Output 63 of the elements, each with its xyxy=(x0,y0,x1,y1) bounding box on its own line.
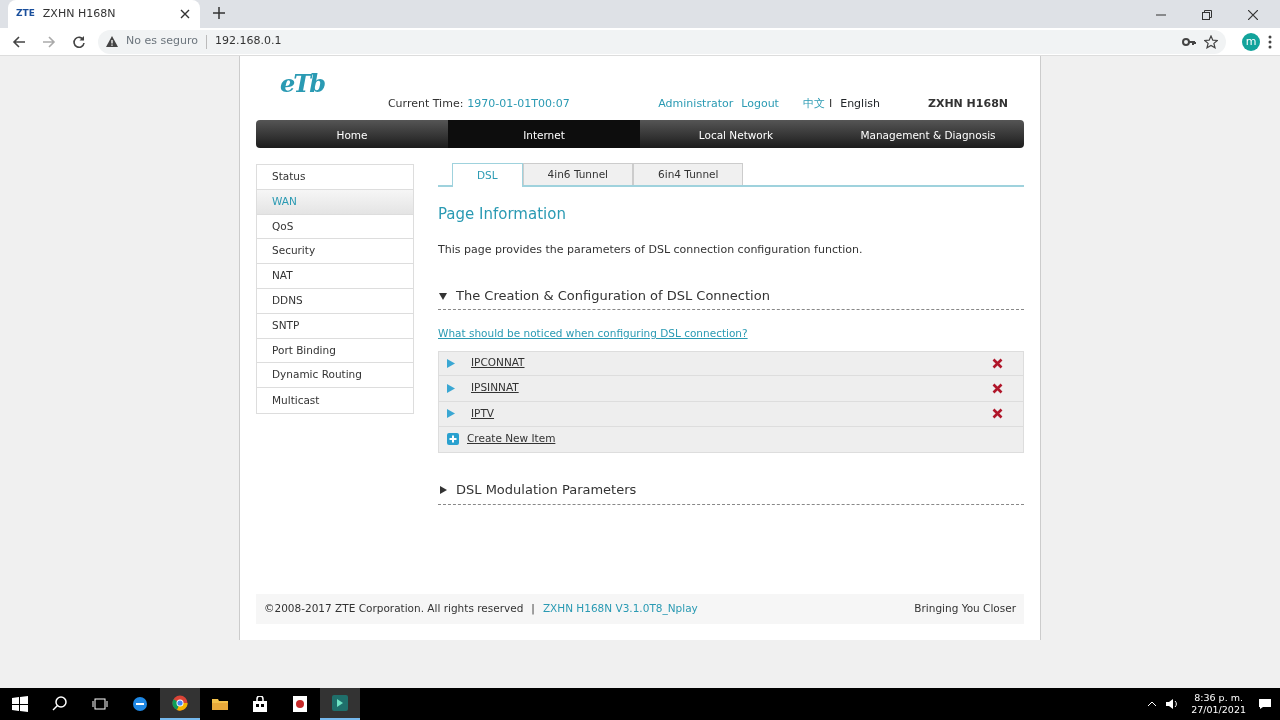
collapse-caret-icon[interactable] xyxy=(438,290,448,301)
separator: I xyxy=(828,95,833,112)
clock-time: 8:36 p. m. xyxy=(1193,692,1244,704)
restore-icon xyxy=(1202,10,1212,20)
tab-title: ZXHN H168N xyxy=(42,5,117,22)
warning-icon xyxy=(106,36,118,47)
description: This page provides the parameters of DSL connection configuration function. xyxy=(438,241,864,258)
forward-arrow-icon xyxy=(42,34,56,49)
nav-tab[interactable]: Internet xyxy=(448,120,640,148)
nav-tab[interactable]: Management & Diagnosis xyxy=(832,120,1024,148)
logo: eTb xyxy=(280,68,324,100)
expand-caret-icon[interactable] xyxy=(438,485,448,495)
copyright-text: ©2008-2017 ZTE Corporation. All rights reserved xyxy=(264,601,524,617)
task-view-icon xyxy=(92,696,108,712)
menu-icon[interactable] xyxy=(1268,34,1272,49)
section-title[interactable]: DSL Modulation Parameters xyxy=(456,480,637,500)
reload-icon xyxy=(72,34,86,49)
app-icon xyxy=(292,696,308,712)
connection-link[interactable]: IPTV xyxy=(471,405,495,422)
version-text: ZXHN H168N V3.1.0T8_Nplay xyxy=(542,601,698,617)
slogan-text: Bringing You Closer xyxy=(914,601,1016,617)
delete-icon[interactable] xyxy=(992,357,1003,369)
chrome-icon xyxy=(172,695,188,711)
page-title: Page Information xyxy=(438,204,567,225)
language-link[interactable]: English xyxy=(840,95,880,112)
star-icon[interactable] xyxy=(1204,34,1218,49)
tab[interactable]: 6in4 Tunnel xyxy=(633,163,744,185)
nav-tab[interactable]: Home xyxy=(256,120,448,148)
security-label[interactable]: No es seguro xyxy=(126,33,198,50)
connection-link[interactable]: IPSINNAT xyxy=(471,380,519,397)
back-arrow-icon xyxy=(12,34,26,49)
time-label: Current Time: xyxy=(387,95,464,112)
url-text[interactable]: 192.168.0.1 xyxy=(214,33,282,50)
delete-icon[interactable] xyxy=(992,382,1003,394)
add-icon[interactable] xyxy=(447,433,459,446)
delete-icon[interactable] xyxy=(992,408,1003,420)
separator: | xyxy=(531,601,535,617)
create-link[interactable]: Create New Item xyxy=(467,431,556,448)
shopping-bag-icon xyxy=(252,696,268,712)
folder-icon xyxy=(212,696,228,712)
clock[interactable]: 8:36 p. m. 27/01/2021 xyxy=(1187,692,1250,716)
connection-link[interactable]: IPCONNAT xyxy=(471,355,525,372)
chrome-button[interactable] xyxy=(160,688,200,720)
close-icon xyxy=(1248,10,1258,20)
plus-icon xyxy=(213,7,225,19)
section-title[interactable]: The Creation & Configuration of DSL Connection xyxy=(456,285,770,306)
browser-tab[interactable]: ZTE ZXHN H168N xyxy=(8,0,200,28)
model-name: ZXHN H168N xyxy=(927,95,1008,112)
current-time: 1970-01-01T00:07 xyxy=(467,95,570,112)
language-link[interactable]: 中文 xyxy=(802,95,825,112)
chevron-up-icon[interactable] xyxy=(1147,701,1158,707)
tab[interactable]: 4in6 Tunnel xyxy=(522,163,634,185)
search-icon xyxy=(52,696,68,712)
windows-icon xyxy=(12,696,28,712)
clock-date: 27/01/2021 xyxy=(1191,704,1246,716)
speaker-icon[interactable] xyxy=(1165,698,1180,710)
tab-favicon: ZTE xyxy=(16,7,35,21)
notification-icon[interactable] xyxy=(1258,698,1272,710)
key-icon[interactable] xyxy=(1182,36,1196,47)
filmora-button[interactable] xyxy=(320,688,360,720)
nav-tab[interactable]: Local Network xyxy=(640,120,832,148)
close-icon xyxy=(180,9,190,19)
app-icon xyxy=(332,695,348,711)
